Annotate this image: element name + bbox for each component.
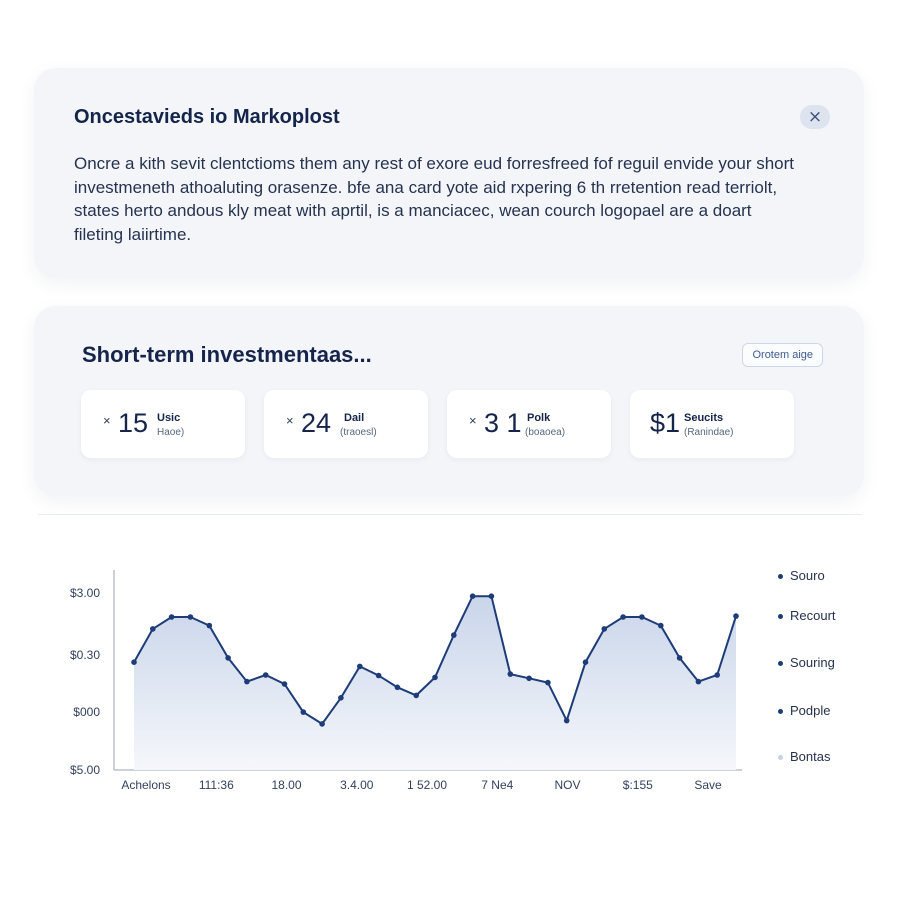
chart-data-point — [413, 692, 420, 699]
chart-data-point — [187, 614, 194, 620]
chart-data-point — [507, 671, 514, 677]
chart-data-point — [394, 684, 401, 691]
y-tick-label: $0.30 — [70, 648, 100, 662]
chart-data-point — [545, 679, 551, 686]
legend-label: Souro — [790, 568, 825, 583]
chart-data-point — [488, 593, 495, 599]
stat-value: 24 — [301, 408, 332, 438]
stat-sublabel: (Ranindae) — [684, 427, 734, 438]
chart-data-point — [714, 672, 720, 678]
x-tick-label: NOV — [554, 778, 580, 792]
chart-data-point — [300, 709, 307, 715]
y-tick-label: $000 — [73, 705, 100, 719]
stat-card-1[interactable]: × 15 Usic Haoe) — [81, 390, 245, 458]
stat-sublabel: Haoe) — [157, 427, 185, 438]
legend-item: Recourt — [778, 608, 836, 623]
stat-sublabel: (boaoea) — [525, 427, 566, 438]
stat-label: Usic — [157, 412, 181, 424]
y-tick-label: $5.00 — [70, 763, 100, 777]
chart-data-point — [338, 695, 344, 701]
chart-data-point — [658, 622, 664, 629]
chart-data-point — [131, 659, 137, 665]
stat-label: Dail — [344, 412, 365, 424]
chart-data-point — [281, 681, 288, 687]
stat-value: $1 — [650, 408, 681, 438]
stat-value: 15 — [118, 408, 149, 438]
intro-card: Oncestavieds io Markoplost × Oncre a kit… — [34, 68, 864, 278]
x-tick-label: $:155 — [623, 778, 653, 792]
chart-data-point — [582, 659, 589, 665]
chart-data-point — [319, 721, 325, 727]
chart-data-point — [262, 672, 269, 678]
chart-data-point — [357, 663, 363, 670]
chart-data-point — [225, 655, 231, 661]
chart-data-point — [620, 614, 626, 620]
x-tick-label: Save — [694, 778, 722, 792]
legend-item: Bontas — [778, 749, 830, 764]
legend-item: Souro — [778, 568, 825, 583]
x-tick-label: 18.00 — [271, 778, 301, 792]
chart-data-point — [526, 675, 532, 682]
legend-dot-icon — [778, 755, 783, 761]
legend-label: Podple — [790, 703, 831, 718]
stat-card-4[interactable]: $1 Seucits (Ranindae) — [630, 390, 794, 458]
stat-label: Polk — [527, 412, 551, 424]
legend-dot-icon — [778, 661, 783, 667]
legend-dot-icon — [778, 614, 783, 620]
stat-card-3[interactable]: × 3 1 Polk (boaoea) — [447, 390, 611, 458]
stat-sublabel: (traoesl) — [340, 427, 377, 438]
chart-data-point — [244, 678, 250, 685]
chart-data-point — [375, 672, 382, 679]
investments-action-button[interactable]: Orotem aige — [742, 343, 823, 367]
legend-label: Recourt — [790, 608, 836, 623]
legend-dot-icon — [778, 709, 783, 715]
chart-data-point — [563, 717, 570, 724]
legend-item: Souring — [778, 655, 835, 670]
legend-dot-icon — [778, 574, 783, 580]
intro-title: Oncestavieds io Markoplost — [74, 106, 340, 128]
legend-item: Podple — [778, 703, 830, 718]
chart-data-point — [601, 626, 608, 632]
chart-data-point — [639, 614, 645, 620]
chart-data-point — [451, 632, 457, 638]
line-chart: $3.00 $0.30 $000 $5.00 Achelons 111:36 18.00 3… — [70, 570, 742, 792]
x-tick-label: 3.4.00 — [340, 778, 374, 792]
investments-card: Short-term investmentaas... Orotem aige … — [34, 306, 864, 496]
legend-label: Bontas — [790, 749, 831, 764]
chart-data-point — [676, 655, 683, 661]
chart-data-point — [695, 678, 702, 685]
stat-value: 3 1 — [484, 408, 522, 438]
chart-area: $3.00 $0.30 $000 $5.00 Achelons 111:36 18.00 3… — [36, 540, 866, 825]
multiply-icon: × — [286, 413, 294, 428]
x-tick-label: 111:36 — [199, 778, 234, 792]
investments-title: Short-term investmentaas... — [82, 342, 372, 367]
x-tick-label: 7 Ne4 — [481, 778, 513, 792]
chart-area-fill — [134, 596, 736, 770]
close-button[interactable]: × — [800, 105, 830, 129]
chart-data-point — [469, 593, 476, 599]
chart-data-point — [150, 626, 156, 632]
chart-data-point — [168, 614, 175, 620]
y-tick-label: $3.00 — [70, 586, 100, 600]
chart-data-point — [206, 622, 213, 629]
chart-data-point — [733, 613, 739, 619]
section-divider — [38, 514, 862, 515]
intro-body-text: Oncre a kith sevit clentctioms them any … — [74, 154, 795, 244]
x-tick-label: 1 52.00 — [407, 778, 447, 792]
legend-label: Souring — [790, 655, 835, 670]
multiply-icon: × — [103, 413, 111, 428]
multiply-icon: × — [469, 413, 477, 428]
x-tick-label: Achelons — [121, 778, 170, 792]
chart-data-point — [432, 674, 438, 681]
stat-card-2[interactable]: × 24 Dail (traoesl) — [264, 390, 428, 458]
stat-label: Seucits — [684, 412, 724, 424]
